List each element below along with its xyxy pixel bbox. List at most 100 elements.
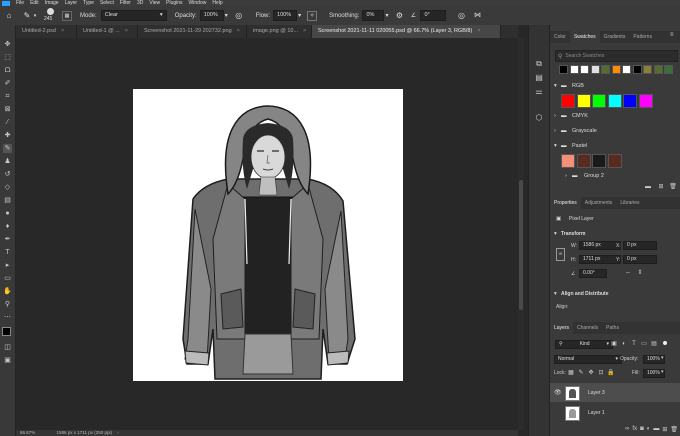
pressure-size-icon[interactable]: ◎ (456, 11, 466, 21)
actions-icon[interactable]: ▤ (534, 73, 544, 83)
tab-channels[interactable]: Channels (573, 322, 602, 334)
tab-image-png[interactable]: image.png @ 10... × (247, 25, 312, 38)
pen-tool-icon[interactable]: ✒ (3, 235, 12, 244)
lock-all-icon[interactable]: 🔒 (607, 369, 615, 377)
brush-tool-icon[interactable]: ✎ (3, 144, 12, 153)
tab-paths[interactable]: Paths (602, 322, 623, 334)
rgb-swatch[interactable] (607, 94, 622, 108)
flow-input[interactable]: 100% (273, 10, 298, 21)
close-icon[interactable]: × (125, 25, 128, 38)
rgb-swatch[interactable] (592, 94, 606, 108)
flip-vertical-icon[interactable]: ⇕ (636, 269, 644, 277)
zoom-level[interactable]: 66.67% (20, 430, 35, 435)
chevron-down-icon[interactable]: ▾ (661, 369, 664, 375)
marquee-tool-icon[interactable]: ⬚ (3, 53, 12, 62)
close-icon[interactable]: × (303, 25, 306, 38)
tab-screenshot-020055[interactable]: Screenshot 2021-11-11 020055.psd @ 66.7%… (312, 25, 501, 38)
lock-artboard-icon[interactable]: ⊡ (597, 369, 605, 377)
recent-swatch[interactable] (632, 65, 642, 74)
lock-transparent-icon[interactable]: ▦ (567, 369, 575, 377)
lasso-tool-icon[interactable]: ᗝ (3, 66, 12, 75)
home-icon[interactable]: ⌂ (4, 11, 14, 21)
height-input[interactable]: 1711 px (579, 255, 621, 264)
pastel-swatch[interactable] (607, 154, 622, 168)
close-icon[interactable]: × (61, 25, 64, 38)
layer-row-layer-3[interactable]: 👁 Layer 3 (550, 383, 680, 402)
rgb-swatch[interactable] (576, 94, 591, 108)
layer-name[interactable]: Layer 3 (588, 390, 605, 396)
type-tool-icon[interactable]: T (3, 248, 12, 257)
filter-smart-object-icon[interactable]: ▤ (650, 340, 658, 348)
tab-untitled-1[interactable]: Untitled-1 @ ... × (77, 25, 138, 38)
filter-toggle-icon[interactable] (663, 341, 667, 345)
trash-icon[interactable]: 🗑 (669, 183, 677, 191)
tab-screenshot-202732[interactable]: Screenshot 2021-11-29 202732.png × (138, 25, 247, 38)
crop-tool-icon[interactable]: ⌗ (3, 92, 12, 101)
layer-name[interactable]: Layer 1 (588, 410, 605, 416)
dodge-tool-icon[interactable]: ♦ (3, 222, 12, 231)
recent-swatch[interactable] (611, 65, 621, 74)
swatch-group-cmyk[interactable]: › ▬ CMYK (550, 113, 680, 121)
tab-adjustments[interactable]: Adjustments (581, 197, 617, 209)
lock-position-icon[interactable]: ✥ (587, 369, 595, 377)
move-tool-icon[interactable]: ✥ (3, 40, 12, 49)
link-layers-icon[interactable]: ∞ (625, 426, 629, 436)
swatch-search-field[interactable]: ⚲ Search Swatches (555, 50, 678, 62)
trash-icon[interactable]: 🗑 (670, 426, 678, 436)
rectangle-tool-icon[interactable]: ▭ (3, 274, 12, 283)
chevron-down-icon[interactable]: ▾ (661, 355, 664, 361)
history-brush-tool-icon[interactable]: ↺ (3, 170, 12, 179)
photoshop-logo-icon[interactable] (2, 0, 10, 6)
swatch-group-grayscale[interactable]: › ▬ Grayscale (550, 128, 680, 136)
smoothing-input[interactable]: 0% (362, 10, 385, 21)
pastel-swatch[interactable] (561, 154, 575, 168)
link-dimensions-icon[interactable]: ∞ (556, 248, 565, 261)
x-input[interactable]: 0 px (623, 241, 657, 250)
recent-swatch[interactable] (653, 65, 663, 74)
tab-libraries[interactable]: Libraries (616, 197, 643, 209)
chevron-down-icon[interactable]: ▾ (298, 12, 301, 19)
recent-swatch[interactable] (590, 65, 600, 74)
chevron-down-icon[interactable]: ▾ (32, 11, 38, 21)
adjustment-layer-icon[interactable]: ◐ (647, 426, 651, 436)
recent-swatch[interactable] (664, 65, 673, 74)
close-icon[interactable]: × (477, 25, 480, 38)
rgb-swatch[interactable] (623, 94, 637, 108)
recent-swatch[interactable] (601, 65, 610, 74)
tab-patterns[interactable]: Patterns (629, 31, 656, 43)
pastel-swatch[interactable] (576, 154, 591, 168)
screen-mode-icon[interactable]: ▣ (3, 356, 12, 365)
layer-filter-select[interactable]: ⚲ Kind ▾ (555, 340, 613, 349)
recent-swatch[interactable] (559, 65, 568, 74)
document-canvas[interactable] (133, 89, 403, 381)
more-tools-icon[interactable]: ⋯ (3, 313, 12, 322)
fx-icon[interactable]: fx (632, 426, 637, 436)
adjustments-icon[interactable]: ⚌ (534, 87, 544, 97)
eraser-tool-icon[interactable]: ◇ (3, 183, 12, 192)
width-input[interactable]: 1586 px (579, 241, 621, 250)
brush-tool-icon[interactable]: ✎ (22, 11, 32, 21)
opacity-input[interactable]: 100% (199, 10, 224, 21)
zoom-tool-icon[interactable]: ⚲ (3, 300, 12, 309)
pastel-swatch[interactable] (592, 154, 606, 168)
flip-horizontal-icon[interactable]: ⇔ (624, 269, 632, 277)
tab-untitled-2[interactable]: Untitled-2.psd × (16, 25, 77, 38)
recent-swatch[interactable] (569, 65, 579, 74)
tab-color[interactable]: Color (550, 31, 570, 43)
healing-brush-tool-icon[interactable]: ✚ (3, 131, 12, 140)
layer-row-layer-1[interactable]: Layer 1 (550, 403, 680, 422)
recent-swatch[interactable] (580, 65, 589, 74)
swatch-group-rgb[interactable]: ▾ ▬ RGB (550, 83, 680, 91)
quick-mask-icon[interactable]: ◫ (3, 343, 12, 352)
rotation-input[interactable]: 0.00° (579, 269, 607, 278)
symmetry-icon[interactable]: ⋈ (472, 11, 482, 21)
new-group-icon[interactable]: ▬ (653, 426, 659, 436)
hand-tool-icon[interactable]: ✋ (3, 287, 12, 296)
brush-preset-picker[interactable]: 245 (44, 8, 58, 23)
y-input[interactable]: 0 px (623, 255, 657, 264)
filter-shape-icon[interactable]: ▭ (640, 340, 648, 348)
tab-properties[interactable]: Properties (550, 197, 581, 209)
angle-input[interactable]: 0° (420, 10, 447, 21)
chevron-right-icon[interactable]: › (117, 430, 119, 435)
visibility-toggle[interactable] (554, 409, 560, 415)
